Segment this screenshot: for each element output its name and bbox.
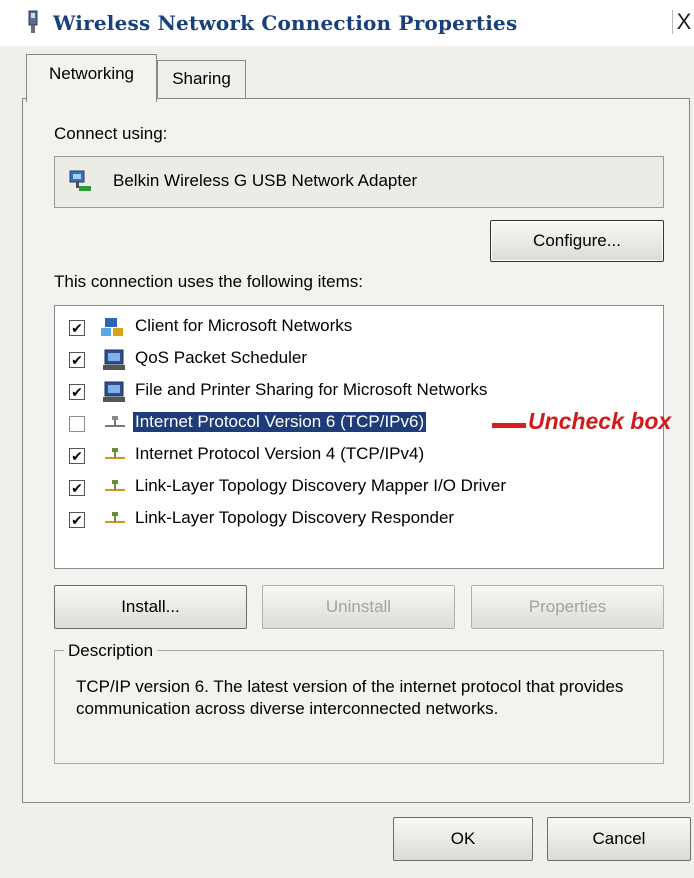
annotation-text: Uncheck box	[528, 408, 672, 434]
network-connection-icon	[28, 10, 38, 33]
network-adapter-icon	[69, 170, 91, 191]
item-label: File and Printer Sharing for Microsoft N…	[135, 380, 488, 399]
list-item[interactable]: ✔ Link-Layer Topology Discovery Mapper I…	[55, 474, 655, 504]
title-bar[interactable]: Wireless Network Connection Properties X	[0, 0, 694, 46]
properties-dialog: Wireless Network Connection Properties X…	[0, 0, 694, 878]
item-label: Internet Protocol Version 6 (TCP/IPv6)	[133, 412, 427, 432]
ok-button[interactable]: OK	[393, 817, 533, 861]
adapter-name: Belkin Wireless G USB Network Adapter	[113, 171, 418, 190]
description-text: TCP/IP version 6. The latest version of …	[76, 677, 624, 718]
list-item[interactable]: ✔ QoS Packet Scheduler	[55, 346, 655, 376]
install-button[interactable]: Install...	[54, 585, 247, 629]
item-checkbox[interactable]: ✔	[69, 512, 85, 528]
client-icon	[101, 318, 123, 336]
item-checkbox[interactable]	[69, 416, 85, 432]
item-checkbox[interactable]: ✔	[69, 480, 85, 496]
uninstall-button[interactable]: Uninstall	[262, 585, 455, 629]
list-item[interactable]: ✔ Client for Microsoft Networks	[55, 314, 655, 344]
protocol-icon	[105, 448, 125, 459]
items-list[interactable]: ✔ Client for Microsoft Networks ✔ QoS Pa…	[54, 305, 664, 569]
properties-button[interactable]: Properties	[471, 585, 664, 629]
item-label: Link-Layer Topology Discovery Mapper I/O…	[135, 476, 506, 495]
close-icon[interactable]: X	[672, 10, 694, 34]
item-checkbox[interactable]: ✔	[69, 384, 85, 400]
tab-networking[interactable]: Networking	[26, 54, 157, 102]
list-item[interactable]: ✔ Link-Layer Topology Discovery Responde…	[55, 506, 655, 536]
service-icon	[103, 381, 125, 402]
service-icon	[103, 349, 125, 370]
item-checkbox[interactable]: ✔	[69, 352, 85, 368]
item-checkbox[interactable]: ✔	[69, 320, 85, 336]
item-label: QoS Packet Scheduler	[135, 348, 307, 367]
item-label: Client for Microsoft Networks	[135, 316, 353, 335]
connect-using-label: Connect using:	[54, 124, 168, 143]
window-title: Wireless Network Connection Properties	[53, 11, 518, 35]
protocol-icon	[105, 480, 125, 491]
annotation-arrow	[492, 423, 526, 428]
cancel-button[interactable]: Cancel	[547, 817, 691, 861]
item-checkbox[interactable]: ✔	[69, 448, 85, 464]
protocol-icon	[105, 512, 125, 523]
protocol-icon	[105, 416, 125, 427]
item-label: Internet Protocol Version 4 (TCP/IPv4)	[135, 444, 425, 463]
list-item[interactable]: ✔ Internet Protocol Version 4 (TCP/IPv4)	[55, 442, 655, 472]
items-label: This connection uses the following items…	[54, 272, 363, 291]
configure-button[interactable]: Configure...	[490, 220, 664, 262]
tab-sharing[interactable]: Sharing	[157, 60, 246, 98]
item-label: Link-Layer Topology Discovery Responder	[135, 508, 455, 527]
adapter-box: Belkin Wireless G USB Network Adapter	[54, 156, 664, 208]
description-title: Description	[64, 641, 158, 661]
list-item[interactable]: ✔ File and Printer Sharing for Microsoft…	[55, 378, 655, 408]
